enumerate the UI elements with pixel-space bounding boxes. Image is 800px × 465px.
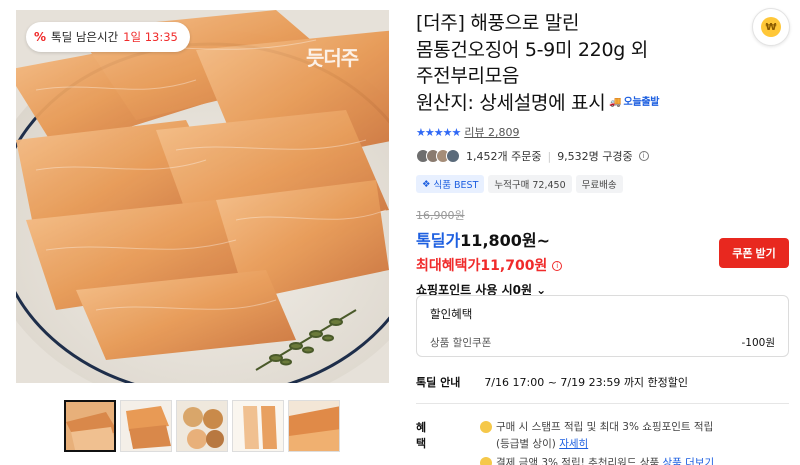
reward-icon (480, 457, 492, 465)
today-delivery-badge: 🚚 오늘출발 (609, 90, 659, 117)
discount-row: 상품 할인쿠폰 -100원 (430, 335, 775, 350)
discount-header: 할인혜택 (430, 307, 473, 321)
review-link[interactable]: 리뷰 2,809 (464, 124, 519, 140)
product-title-line: 주전부리모음 (416, 65, 520, 87)
thumbnail-strip (64, 400, 340, 452)
avatar (446, 149, 460, 164)
thumbnail-image (66, 402, 114, 450)
thumbnail-image (177, 401, 227, 451)
truck-icon: 🚚 (609, 96, 622, 108)
deal-price-value: 11,800원~ (460, 231, 551, 251)
deal-info-row: 톡딜 안내 7/16 17:00 ~ 7/19 23:59 까지 한정할인 (416, 374, 688, 390)
stamp-icon (480, 421, 492, 433)
discount-box: 할인혜택 상품 할인쿠폰 -100원 (416, 295, 789, 357)
tag-row: ❖ 식품 BEST 누적구매 72,450 무료배송 (416, 175, 800, 194)
percent-icon: % (34, 30, 47, 44)
tag-free-shipping: 무료배송 (575, 175, 623, 194)
floating-reward-button[interactable]: ₩ (752, 8, 790, 46)
product-title-line: 원산지: 상세설명에 표시 🚚 오늘출발 (416, 90, 800, 117)
coupon-button[interactable]: 쿠폰 받기 (719, 238, 789, 268)
product-title: [더주] 해풍으로 말린 몸통건오징어 5-9미 220g 외 주전부리모음 원… (416, 10, 800, 116)
more-products-link[interactable]: 상품 더보기 (662, 457, 714, 465)
thumbnail-5[interactable] (288, 400, 340, 452)
info-icon[interactable]: i (552, 261, 563, 272)
product-title-line: [더주] 해풍으로 말린 (416, 12, 580, 34)
benefits-text: 구매 시 스탬프 적립 및 최대 3% 쇼핑포인트 적립 (등급별 상이) 자세… (480, 419, 790, 453)
benefits-line3: 결제 금액 3% 적립! 추천리워드 상품 (496, 457, 660, 465)
deal-timer-badge: % 톡딜 남은시간 1일 13:35 (26, 22, 190, 52)
check-badge-icon: ❖ (422, 178, 431, 190)
thumbnail-4[interactable] (232, 400, 284, 452)
tag-cumulative-purchases: 누적구매 72,450 (488, 175, 572, 194)
tag-food-best[interactable]: ❖ 식품 BEST (416, 175, 485, 194)
orders-count: 1,452개 주문중 (466, 150, 542, 164)
benefits-line3-row: 결제 금액 3% 적립! 추천리워드 상품 상품 더보기 (480, 455, 800, 465)
thumbnail-image (121, 401, 171, 451)
deal-price: 톡딜가11,800원~ (416, 227, 550, 251)
timer-label: 톡딜 남은시간 (51, 30, 119, 44)
timer-value: 1일 13:35 (123, 30, 178, 44)
social-proof-row: 1,452개 주문중 | 9,532명 구경중 i (416, 148, 800, 164)
thumbnail-1[interactable] (64, 400, 116, 452)
deal-price-label: 톡딜가 (416, 231, 461, 251)
deal-info-value: 7/16 17:00 ~ 7/19 23:59 까지 한정할인 (484, 376, 689, 389)
brand-watermark: 듯더주 (306, 46, 359, 70)
max-benefit-label: 최대혜택가 (416, 258, 481, 275)
coin-icon: ₩ (761, 17, 781, 37)
original-price: 16,900원 (416, 209, 465, 223)
benefits-line2: (등급별 상이) (496, 438, 556, 450)
origin-text: 원산지: 상세설명에 표시 (416, 91, 606, 114)
divider: | (547, 149, 552, 163)
details-link[interactable]: 자세히 (559, 438, 588, 450)
info-icon[interactable]: i (638, 151, 649, 162)
product-main-image: % 톡딜 남은시간 1일 13:35 듯더주 (16, 10, 389, 383)
rating-row: ★★★★★ 리뷰 2,809 (416, 124, 800, 140)
max-benefit-value: 11,700원 (480, 258, 548, 275)
tag-label: 식품 BEST (433, 180, 479, 192)
discount-row-value: -100원 (741, 337, 776, 349)
thumbnail-image (289, 401, 339, 451)
star-rating-icon: ★★★★★ (416, 125, 461, 139)
thumbnail-2[interactable] (120, 400, 172, 452)
product-title-line: 몸통건오징어 5-9미 220g 외 (416, 38, 648, 61)
deal-info-label: 톡딜 안내 (416, 376, 461, 389)
buyer-avatars (416, 149, 460, 164)
section-divider (416, 403, 789, 404)
benefits-line1: 구매 시 스탬프 적립 및 최대 3% 쇼핑포인트 적립 (496, 421, 714, 433)
benefits-label: 혜택 (416, 421, 427, 450)
thumbnail-image (233, 401, 283, 451)
today-delivery-label: 오늘출발 (623, 96, 660, 108)
views-count: 9,532명 구경중 (557, 150, 633, 164)
discount-row-label: 상품 할인쿠폰 (430, 337, 492, 349)
thumbnail-3[interactable] (176, 400, 228, 452)
